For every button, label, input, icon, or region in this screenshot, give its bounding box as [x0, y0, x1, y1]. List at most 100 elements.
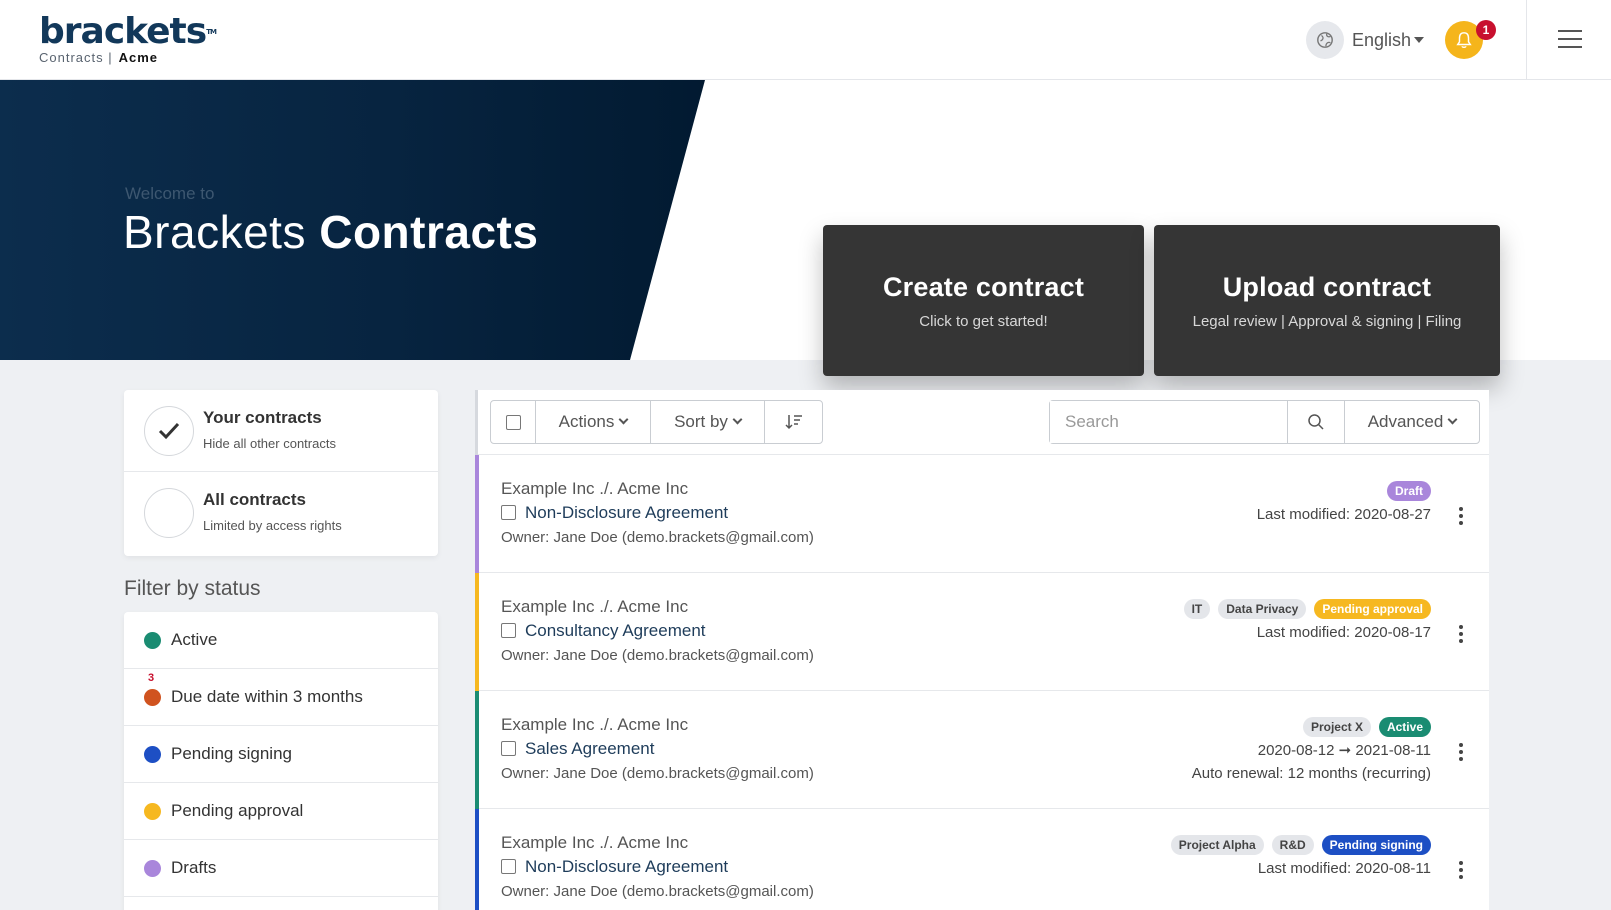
status-badge: Pending signing: [1321, 835, 1431, 855]
row-checkbox[interactable]: [501, 859, 516, 874]
create-contract-title: Create contract: [882, 272, 1085, 302]
tag-badge[interactable]: Project X: [1302, 717, 1371, 737]
contract-scope-card: Your contracts Hide all other contracts …: [124, 390, 438, 556]
contract-row[interactable]: Example Inc ./. Acme Inc Non-Disclosure A…: [475, 809, 1489, 910]
divider: [1526, 0, 1527, 80]
chevron-down-icon: [732, 414, 743, 424]
contract-owner: Owner: Jane Doe (demo.brackets@gmail.com…: [501, 529, 814, 546]
status-filter-item[interactable]: 3 Due date within 3 months: [124, 669, 438, 726]
status-dot-icon: [144, 689, 161, 706]
contract-parties: Example Inc ./. Acme Inc: [501, 597, 689, 616]
contract-meta: Last modified: 2020-08-27: [1256, 506, 1431, 523]
globe-icon[interactable]: [1306, 21, 1344, 59]
status-badge: Draft: [1386, 481, 1431, 501]
advanced-search-dropdown[interactable]: Advanced: [1345, 401, 1479, 443]
more-options-icon[interactable]: [1459, 625, 1463, 646]
status-color-bar: [475, 573, 479, 691]
top-bar: bracketsTM Contracts | Acme English 1: [0, 0, 1611, 80]
row-checkbox[interactable]: [501, 505, 516, 520]
language-selector[interactable]: English: [1352, 30, 1411, 51]
scope-radio[interactable]: [144, 488, 194, 538]
status-badge: Active: [1378, 717, 1431, 737]
contract-meta: Last modified: 2020-08-17: [1256, 624, 1431, 641]
contract-row[interactable]: Example Inc ./. Acme Inc Sales Agreement O…: [475, 691, 1489, 809]
search-icon[interactable]: [1288, 401, 1345, 443]
contract-parties: Example Inc ./. Acme Inc: [501, 479, 689, 498]
tag-badge[interactable]: IT: [1183, 599, 1211, 619]
status-filter-item[interactable]: Pending approval: [124, 783, 438, 840]
row-checkbox[interactable]: [501, 741, 516, 756]
scope-subtitle: Hide all other contracts: [203, 436, 336, 451]
contract-renewal: Auto renewal: 12 months (recurring): [1191, 765, 1431, 782]
contract-name-link[interactable]: Sales Agreement: [525, 739, 654, 759]
status-label: Pending signing: [171, 744, 292, 763]
status-count-badge: 3: [148, 672, 155, 684]
actions-dropdown[interactable]: Actions: [536, 401, 651, 443]
contract-row[interactable]: Example Inc ./. Acme Inc Non-Disclosure A…: [475, 455, 1489, 573]
upload-contract-button[interactable]: Upload contract Legal review | Approval …: [1154, 225, 1500, 376]
contract-parties: Example Inc ./. Acme Inc: [501, 715, 689, 734]
status-color-bar: [475, 809, 479, 910]
list-toolbar: Actions Sort by: [490, 400, 823, 444]
status-color-bar: [475, 455, 479, 573]
hero-banner: Welcome to Brackets Contracts Create con…: [0, 80, 1611, 376]
chevron-down-icon: [1447, 414, 1458, 424]
scope-all-contracts[interactable]: All contracts Limited by access rights: [124, 472, 438, 554]
welcome-text: Welcome to: [125, 184, 215, 203]
tag-badge[interactable]: Project Alpha: [1170, 835, 1264, 855]
tag-badge[interactable]: R&D: [1271, 835, 1314, 855]
contract-owner: Owner: Jane Doe (demo.brackets@gmail.com…: [501, 647, 814, 664]
caret-down-icon[interactable]: [1414, 37, 1424, 43]
filter-heading: Filter by status: [124, 577, 261, 600]
status-filter-item[interactable]: Drafts: [124, 840, 438, 897]
status-filter-item[interactable]: Pending signing: [124, 726, 438, 783]
status-dot-icon: [144, 746, 161, 763]
hamburger-menu-icon[interactable]: [1558, 30, 1582, 50]
select-all-checkbox[interactable]: [491, 401, 536, 443]
row-checkbox[interactable]: [501, 623, 516, 638]
contract-row[interactable]: Example Inc ./. Acme Inc Consultancy Agre…: [475, 573, 1489, 691]
create-contract-button[interactable]: Create contract Click to get started!: [823, 225, 1144, 376]
contract-name-link[interactable]: Non-Disclosure Agreement: [525, 857, 728, 877]
scope-radio-selected[interactable]: [144, 406, 194, 456]
logo-wordmark: brackets: [39, 11, 207, 52]
actions-label: Actions: [558, 412, 615, 431]
status-label: Drafts: [171, 858, 217, 877]
contract-parties: Example Inc ./. Acme Inc: [501, 833, 689, 852]
search-group: Advanced: [1049, 400, 1480, 444]
contract-meta: 2020-08-12 ➞ 2021-08-11: [1257, 742, 1431, 759]
contract-owner: Owner: Jane Doe (demo.brackets@gmail.com…: [501, 883, 814, 900]
status-label: Pending approval: [171, 801, 304, 820]
notification-badge[interactable]: 1: [1476, 20, 1496, 40]
contract-owner: Owner: Jane Doe (demo.brackets@gmail.com…: [501, 765, 814, 782]
scope-your-contracts[interactable]: Your contracts Hide all other contracts: [124, 390, 438, 472]
contract-meta: Last modified: 2020-08-11: [1257, 860, 1431, 877]
create-contract-subtitle: Click to get started!: [919, 313, 1048, 330]
scope-title: All contracts: [203, 490, 306, 509]
chevron-down-icon: [618, 414, 629, 424]
more-options-icon[interactable]: [1459, 507, 1463, 528]
more-options-icon[interactable]: [1459, 861, 1463, 882]
status-dot-icon: [144, 860, 161, 877]
tag-badge[interactable]: Data Privacy: [1218, 599, 1307, 619]
upload-contract-subtitle: Legal review | Approval & signing | Fili…: [1192, 313, 1462, 330]
sort-order-icon[interactable]: [765, 401, 822, 443]
contract-name-link[interactable]: Consultancy Agreement: [525, 621, 706, 641]
contract-name-link[interactable]: Non-Disclosure Agreement: [525, 503, 728, 523]
scope-title: Your contracts: [203, 408, 322, 427]
status-filter-list: Active 3 Due date within 3 months Pending s…: [124, 612, 438, 910]
logo-org: Acme: [118, 50, 159, 65]
tag-list: Project Alpha R&D Pending signing: [1170, 835, 1431, 855]
hero-title-bold: Contracts: [319, 206, 539, 258]
status-label: Due date within 3 months: [171, 687, 363, 706]
more-options-icon[interactable]: [1459, 743, 1463, 764]
checkbox[interactable]: [505, 414, 521, 430]
status-filter-item[interactable]: Active: [124, 612, 438, 669]
sort-label: Sort by: [674, 412, 728, 431]
brackets-logo[interactable]: bracketsTM Contracts | Acme: [39, 11, 217, 66]
hero-title: Brackets Contracts: [123, 205, 538, 259]
status-badge: Pending approval: [1314, 599, 1431, 619]
sort-dropdown[interactable]: Sort by: [651, 401, 765, 443]
status-color-bar: [475, 691, 479, 809]
search-input[interactable]: [1050, 401, 1288, 443]
